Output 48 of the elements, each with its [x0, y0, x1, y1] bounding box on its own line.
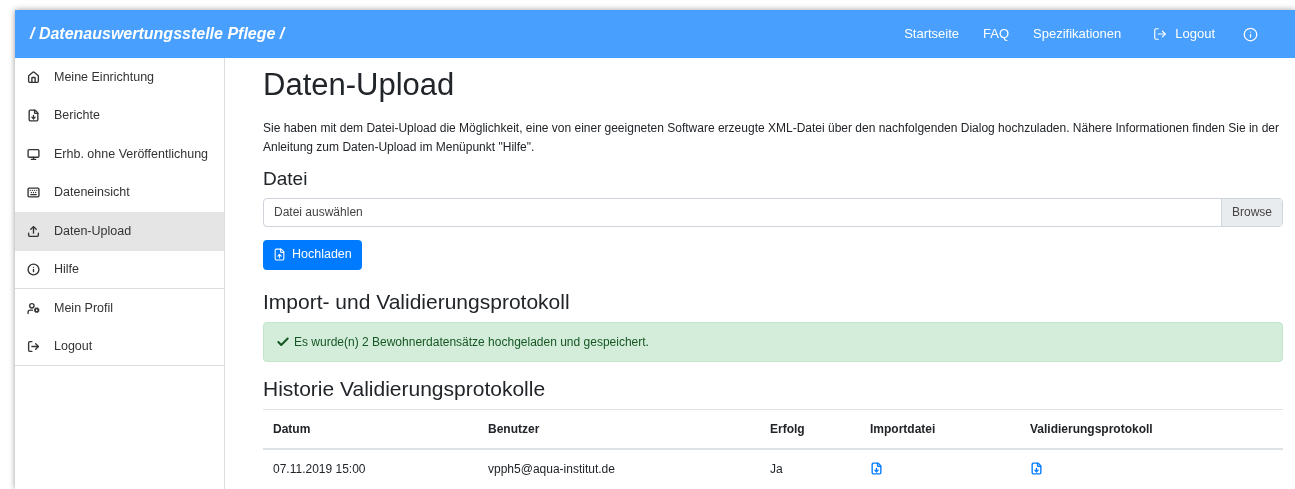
sidebar-item[interactable]: Dateneinsicht	[15, 173, 224, 212]
column-header: Importdatei	[860, 409, 1020, 449]
file-upload-icon	[273, 248, 286, 261]
section-title: Datei	[263, 167, 309, 191]
sidebar-label: Daten-Upload	[54, 222, 132, 240]
file-placeholder: Datei auswählen	[273, 204, 364, 221]
download-icon[interactable]	[870, 462, 883, 475]
browse-button[interactable]: Browse	[1221, 198, 1282, 226]
intro-text: Sie haben mit dem Datei-Upload die Möglichkeit, eine von einer geeigneten Software erzeugte XML-Datei über den nachfolgenden Dialog hochzuladen. Nähere Informationen finden Sie in der Anleitung zum Daten-Upload im Menüpunkt "Hilfe".	[263, 120, 1280, 156]
home-icon	[27, 70, 40, 84]
monitor-icon	[27, 147, 40, 161]
section-title: Import- und Validierungsprotokoll	[263, 288, 571, 315]
sidebar-label: Erhb. ohne Veröffentlichung	[54, 145, 209, 163]
table-cell: vpph5@aqua-institut.de	[478, 449, 760, 487]
alert-message: Es wurde(n) 2 Bewohnerdatensätze hochgeladen und gespeichert.	[294, 334, 649, 351]
keyboard-icon	[27, 186, 40, 200]
column-header: Datum	[263, 409, 478, 449]
sidebar-label: Dateneinsicht	[54, 184, 130, 202]
sidebar-label: Mein Profil	[54, 299, 114, 317]
sidebar-label: Hilfe	[54, 260, 79, 278]
upload-icon	[27, 224, 40, 238]
logout-icon	[27, 339, 40, 353]
section-title: Historie Validierungsprotokolle	[263, 376, 547, 402]
table-cell: 07.11.2019 15:00	[263, 449, 478, 487]
sidebar-label: Berichte	[54, 107, 100, 125]
download-icon[interactable]	[1030, 462, 1043, 475]
sidebar-label: Meine Einrichtung	[54, 68, 155, 86]
table-cell: Ja	[760, 449, 860, 487]
upload-button[interactable]: Hochladen	[263, 239, 362, 270]
document-icon	[27, 109, 40, 123]
sidebar-item[interactable]: Mein Profil	[15, 289, 224, 328]
user-gear-icon	[27, 301, 40, 315]
column-header: Erfolg	[760, 409, 860, 449]
sidebar-item[interactable]: Meine Einrichtung	[15, 58, 224, 97]
sidebar-item[interactable]: Hilfe	[15, 250, 224, 289]
sidebar-item[interactable]: Berichte	[15, 96, 224, 135]
column-header: Benutzer	[478, 409, 760, 449]
sidebar-label: Logout	[54, 337, 93, 355]
sidebar-item[interactable]: Erhb. ohne Veröffentlichung	[15, 135, 224, 174]
sidebar-item[interactable]: Logout	[15, 327, 224, 366]
page-title: Daten-Upload	[263, 66, 456, 104]
info-icon	[27, 262, 40, 276]
check-icon	[276, 335, 290, 349]
logout-icon	[1153, 27, 1168, 41]
sidebar-item[interactable]: Daten-Upload	[15, 212, 224, 251]
column-header: Validierungsprotokoll	[1020, 409, 1283, 449]
brand-title: / Datenauswertungsstelle Pflege /	[30, 24, 285, 44]
file-input[interactable]: Datei auswählen Browse	[263, 197, 1283, 227]
